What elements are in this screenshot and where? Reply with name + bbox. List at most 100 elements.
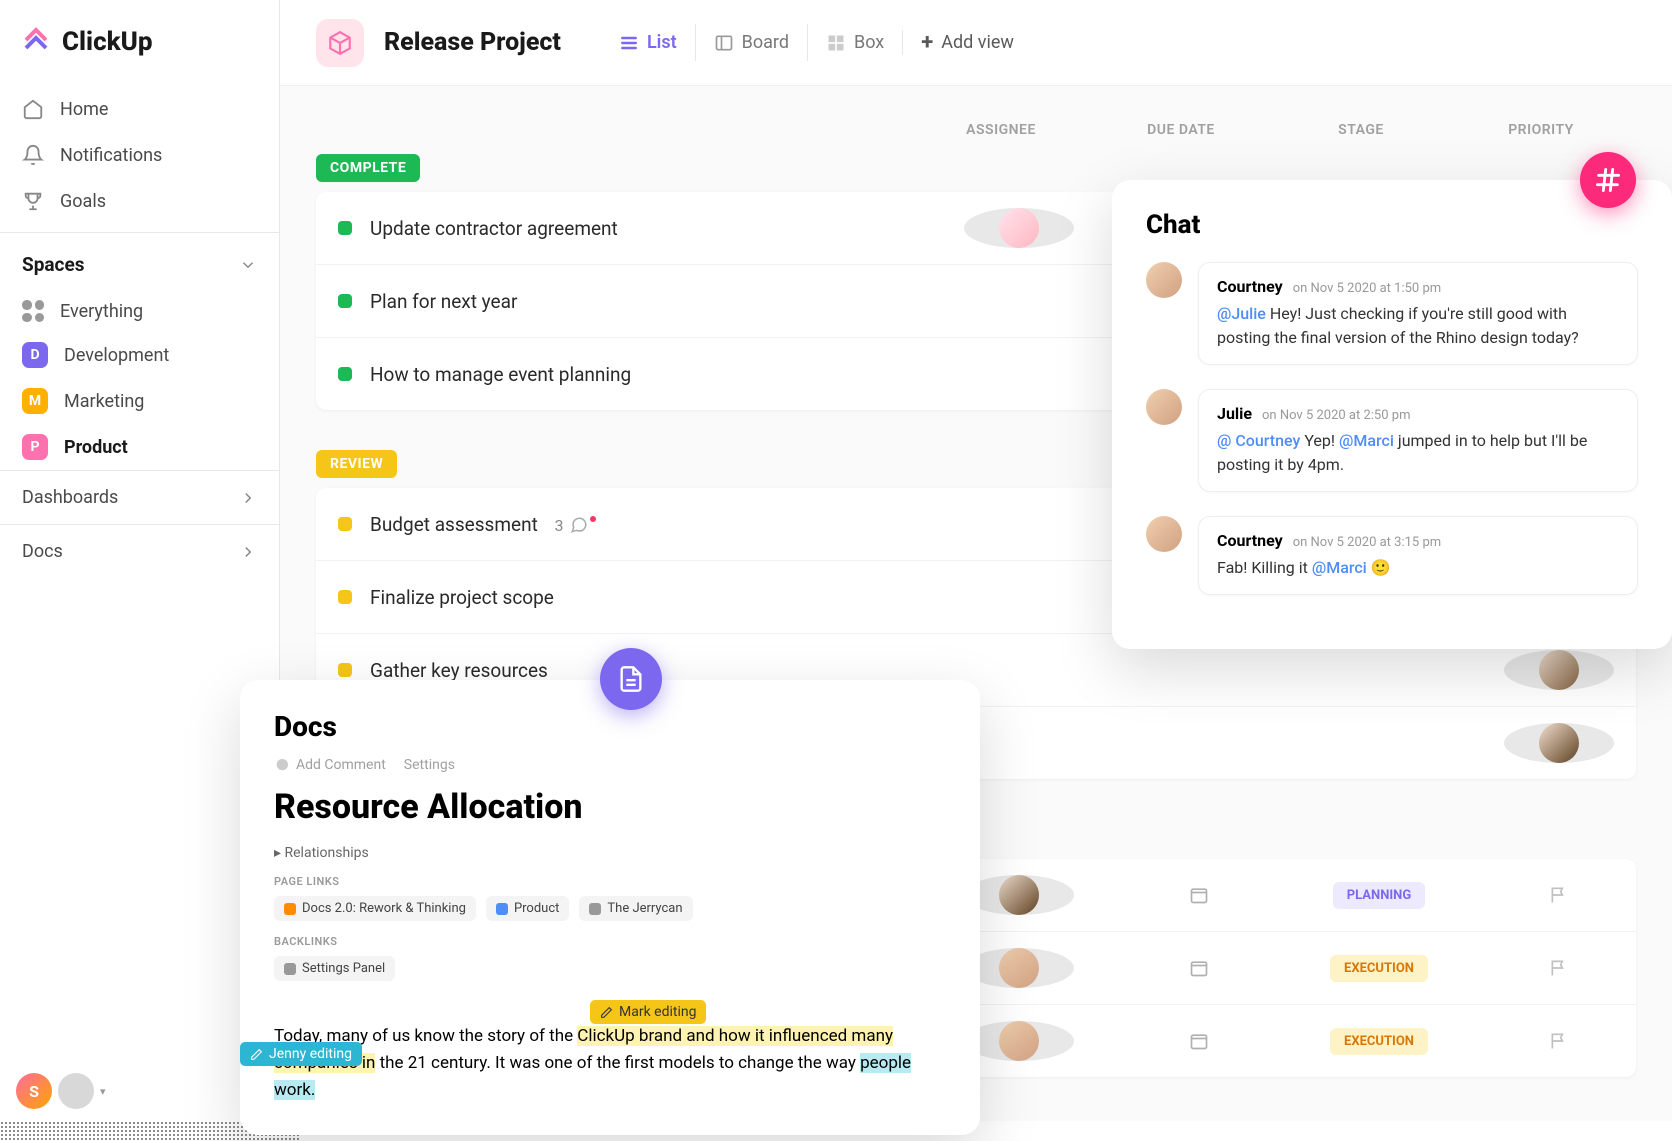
trophy-icon — [22, 190, 44, 212]
menu-docs[interactable]: Docs — [0, 524, 279, 578]
page-link-chip[interactable]: Product — [486, 896, 569, 921]
project-header: Release Project List Board Box + Add vie… — [280, 0, 1672, 86]
stage-badge[interactable]: EXECUTION — [1330, 955, 1428, 982]
chat-message[interactable]: Courtney on Nov 5 2020 at 3:15 pm Fab! Kil… — [1146, 516, 1638, 595]
chat-author: Courtney — [1217, 277, 1283, 296]
assignee-avatar[interactable] — [964, 948, 1074, 988]
calendar-icon — [1189, 885, 1209, 905]
chat-message[interactable]: Courtneyon Nov 5 2020 at 1:50 pm@Julie H… — [1146, 262, 1638, 365]
nav-notifications[interactable]: Notifications — [0, 132, 279, 178]
flag-icon — [1549, 958, 1569, 978]
sidebar-everything[interactable]: Everything — [0, 290, 279, 332]
assignee-avatar[interactable] — [964, 875, 1074, 915]
nav-goals[interactable]: Goals — [0, 178, 279, 224]
pencil-icon — [600, 1006, 613, 1019]
chat-avatar — [1146, 389, 1182, 425]
page-link-chip[interactable]: Docs 2.0: Rework & Thinking — [274, 896, 476, 921]
view-tab-box[interactable]: Box — [807, 24, 902, 61]
nav-home[interactable]: Home — [0, 86, 279, 132]
space-marketing[interactable]: M Marketing — [0, 378, 279, 424]
chat-avatar — [1146, 516, 1182, 552]
chat-bubble: Courtney on Nov 5 2020 at 3:15 pm Fab! Kil… — [1198, 516, 1638, 595]
add-view-button[interactable]: + Add view — [902, 30, 1014, 55]
mention[interactable]: @Marci — [1339, 431, 1394, 450]
status-icon[interactable] — [338, 367, 352, 381]
space-product[interactable]: P Product — [0, 424, 279, 470]
status-icon[interactable] — [338, 663, 352, 677]
space-badge: D — [22, 342, 48, 368]
sidebar: ClickUp Home Notifications Goals Spaces … — [0, 0, 280, 1121]
brand-name: ClickUp — [62, 27, 153, 57]
workspace-avatar: S — [16, 1073, 52, 1109]
space-badge: M — [22, 388, 48, 414]
chat-author: Courtney — [1217, 531, 1283, 550]
mention[interactable]: @ Courtney — [1217, 431, 1300, 450]
doc-body[interactable]: Today, many of us know the story of the … — [274, 1023, 946, 1105]
view-tab-list[interactable]: List — [601, 24, 695, 61]
stage-badge[interactable]: PLANNING — [1333, 882, 1425, 909]
chat-avatar — [1146, 262, 1182, 298]
due-date[interactable] — [1144, 885, 1254, 905]
chat-bubble: Courtneyon Nov 5 2020 at 1:50 pm@Julie H… — [1198, 262, 1638, 365]
comment-icon — [570, 516, 588, 534]
pencil-icon — [250, 1048, 263, 1061]
due-date[interactable] — [1144, 1031, 1254, 1051]
chat-message[interactable]: Julieon Nov 5 2020 at 2:50 pm@ Courtney … — [1146, 389, 1638, 492]
view-tab-board[interactable]: Board — [695, 24, 807, 61]
assignee-avatar[interactable] — [1504, 723, 1614, 763]
chat-title: Chat — [1146, 210, 1638, 240]
flag-icon — [1549, 1031, 1569, 1051]
space-development[interactable]: D Development — [0, 332, 279, 378]
brand-logo[interactable]: ClickUp — [0, 0, 279, 78]
backlink-chip[interactable]: Settings Panel — [274, 956, 395, 981]
priority-flag[interactable] — [1504, 958, 1614, 978]
add-comment-button[interactable]: Add Comment — [274, 757, 386, 773]
priority-flag[interactable] — [1504, 885, 1614, 905]
cube-icon — [327, 30, 353, 56]
assignee-avatar[interactable] — [964, 1021, 1074, 1061]
group-label[interactable]: COMPLETE — [316, 154, 420, 182]
priority-flag[interactable] — [1504, 1031, 1614, 1051]
chat-timestamp: on Nov 5 2020 at 3:15 pm — [1293, 535, 1441, 550]
page-link-chip[interactable]: The Jerrycan — [579, 896, 692, 921]
chat-body: @ Courtney Yep! @Marci jumped in to help… — [1217, 429, 1619, 477]
user-menu[interactable]: S ▾ — [16, 1073, 106, 1109]
stage-badge[interactable]: EXECUTION — [1330, 1028, 1428, 1055]
column-headers: ASSIGNEE DUE DATE STAGE PRIORITY — [316, 122, 1636, 154]
doc-title[interactable]: Resource Allocation — [274, 787, 946, 827]
page-links-label: PAGE LINKS — [274, 875, 946, 888]
assignee-avatar[interactable] — [964, 208, 1074, 248]
chevron-down-icon — [239, 256, 257, 274]
calendar-icon — [1189, 1031, 1209, 1051]
comment-count[interactable]: 3 — [555, 516, 600, 535]
chevron-right-icon — [239, 543, 257, 561]
status-icon[interactable] — [338, 517, 352, 531]
everything-icon — [22, 300, 44, 322]
comment-icon — [274, 757, 290, 773]
chat-body: Fab! Killing it @Marci 🙂 — [1217, 556, 1619, 580]
project-title: Release Project — [384, 28, 561, 57]
user-avatar — [58, 1073, 94, 1109]
chat-panel: Chat Courtneyon Nov 5 2020 at 1:50 pm@Ju… — [1112, 180, 1672, 649]
project-icon[interactable] — [316, 19, 364, 67]
flag-icon — [1549, 885, 1569, 905]
assignee-avatar[interactable] — [1504, 650, 1614, 690]
relationships-toggle[interactable]: ▸ Relationships — [274, 845, 946, 861]
mention[interactable]: @Julie — [1217, 304, 1266, 323]
docs-panel-title: Docs — [274, 710, 946, 743]
menu-dashboards[interactable]: Dashboards — [0, 470, 279, 524]
group-label[interactable]: REVIEW — [316, 450, 397, 478]
status-icon[interactable] — [338, 221, 352, 235]
home-icon — [22, 98, 44, 120]
chevron-right-icon — [239, 489, 257, 507]
mention[interactable]: @Marci — [1312, 558, 1367, 577]
chat-author: Julie — [1217, 404, 1252, 423]
due-date[interactable] — [1144, 958, 1254, 978]
doc-settings-button[interactable]: Settings — [404, 757, 455, 773]
status-icon[interactable] — [338, 294, 352, 308]
spaces-header[interactable]: Spaces — [0, 232, 279, 290]
status-icon[interactable] — [338, 590, 352, 604]
editing-indicator-mark: Mark editing — [590, 1000, 706, 1024]
chat-body: @Julie Hey! Just checking if you're stil… — [1217, 302, 1619, 350]
docs-badge-icon — [600, 648, 662, 710]
